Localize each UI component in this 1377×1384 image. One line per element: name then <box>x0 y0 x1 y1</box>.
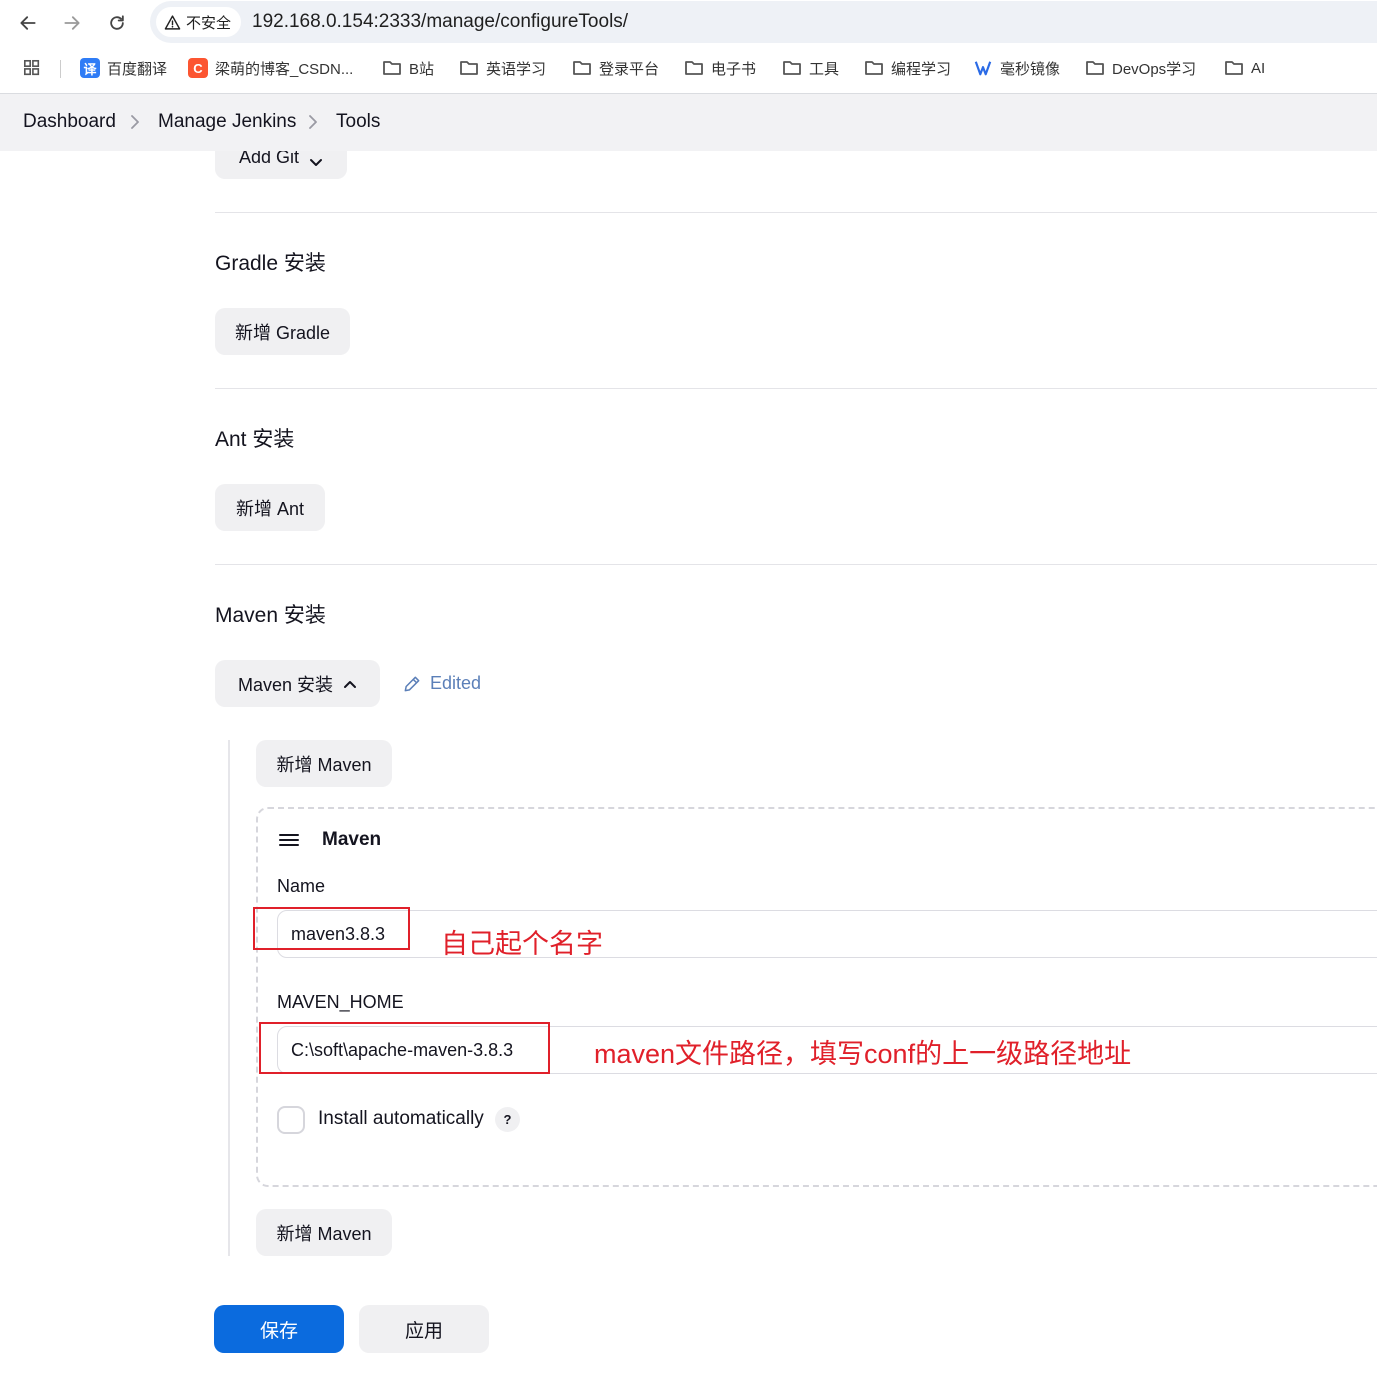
apps-button[interactable] <box>22 57 42 79</box>
folder-icon <box>460 61 478 75</box>
forward-button[interactable] <box>58 9 86 37</box>
bookmark-folder-bilibili[interactable]: B站 <box>382 57 434 79</box>
address-bar[interactable]: 不安全 192.168.0.154:2333/manage/configureT… <box>150 1 1377 43</box>
chevron-down-icon <box>310 159 323 166</box>
folder-icon <box>783 61 801 75</box>
folder-icon <box>1086 61 1104 75</box>
chevron-up-icon <box>344 680 357 688</box>
bookmark-baidu-translate[interactable]: 译 百度翻译 <box>80 57 167 79</box>
bookmark-mirror[interactable]: 毫秒镜像 <box>973 57 1060 79</box>
reload-button[interactable] <box>103 9 131 37</box>
csdn-icon: C <box>188 58 208 78</box>
name-field-label: Name <box>277 876 326 896</box>
arrow-left-icon <box>20 16 36 30</box>
bookmark-label: 电子书 <box>711 60 757 78</box>
bookmark-folder-login[interactable]: 登录平台 <box>572 57 659 79</box>
nesting-line <box>228 740 230 1256</box>
arrow-right-icon <box>64 16 80 30</box>
folder-icon <box>573 61 591 75</box>
breadcrumb-tools[interactable]: Tools <box>336 111 380 133</box>
maven-installation-card <box>256 807 1377 1187</box>
mirror-logo-icon <box>974 61 992 76</box>
breadcrumb-manage-jenkins[interactable]: Manage Jenkins <box>158 111 296 133</box>
maven-installations-toggle[interactable]: Maven 安装 <box>215 660 380 707</box>
bookmark-label: 编程学习 <box>891 60 952 78</box>
maven-home-field-label: MAVEN_HOME <box>277 992 404 1012</box>
annotation-box-home <box>259 1022 550 1074</box>
bookmark-label: 毫秒镜像 <box>1000 60 1061 78</box>
breadcrumb-dashboard[interactable]: Dashboard <box>23 111 116 133</box>
baidu-translate-icon: 译 <box>80 58 100 78</box>
save-button[interactable]: 保存 <box>214 1305 344 1353</box>
add-ant-button[interactable]: 新增 Ant <box>215 484 325 531</box>
bookmarks-bar: 译 百度翻译 C 梁萌的博客_CSDN... B站 英语学习 登录平台 电子书 … <box>0 50 1377 86</box>
apps-grid-icon <box>23 59 40 76</box>
reload-icon <box>110 15 124 30</box>
folder-icon <box>383 61 401 75</box>
annotation-box-name <box>253 907 410 950</box>
apply-button[interactable]: 应用 <box>359 1305 489 1353</box>
folder-icon <box>685 61 703 75</box>
bookmark-folder-tools[interactable]: 工具 <box>782 57 839 79</box>
bookmark-folder-ebooks[interactable]: 电子书 <box>684 57 756 79</box>
add-maven-button-bottom[interactable]: 新增 Maven <box>256 1209 392 1256</box>
section-divider <box>215 212 1377 213</box>
warning-icon <box>164 14 181 30</box>
bookmark-label: 英语学习 <box>486 60 547 78</box>
section-divider <box>215 388 1377 389</box>
maven-card-title: Maven <box>322 829 382 850</box>
security-chip[interactable]: 不安全 <box>156 7 242 37</box>
breadcrumb: Dashboard Manage Jenkins Tools <box>0 94 1377 151</box>
maven-toggle-label: Maven 安装 <box>237 674 334 695</box>
install-automatically-checkbox[interactable] <box>277 1106 305 1134</box>
bookmark-label: 梁萌的博客_CSDN... <box>215 60 354 78</box>
bookmark-label: B站 <box>409 60 435 78</box>
folder-icon <box>1225 61 1243 75</box>
security-label: 不安全 <box>186 14 232 32</box>
add-gradle-button[interactable]: 新增 Gradle <box>215 308 350 355</box>
add-maven-button-top[interactable]: 新增 Maven <box>256 740 392 787</box>
gradle-section-title: Gradle 安装 <box>215 252 326 275</box>
url-text[interactable]: 192.168.0.154:2333/manage/configureTools… <box>252 11 628 33</box>
chevron-right-icon <box>131 115 139 129</box>
chevron-right-icon <box>309 115 317 129</box>
bookmarks-separator <box>60 60 61 78</box>
bookmark-label: AI <box>1251 59 1266 77</box>
bookmark-folder-ai[interactable]: AI <box>1224 57 1265 79</box>
install-automatically-label[interactable]: Install automatically <box>318 1108 484 1130</box>
help-icon[interactable]: ? <box>495 1107 520 1132</box>
bookmark-label: DevOps学习 <box>1112 60 1197 78</box>
bookmark-folder-programming[interactable]: 编程学习 <box>864 57 951 79</box>
browser-chrome: 不安全 192.168.0.154:2333/manage/configureT… <box>0 0 1377 94</box>
bookmark-csdn[interactable]: C 梁萌的博客_CSDN... <box>188 57 353 79</box>
annotation-name-note: 自己起个名字 <box>441 929 603 959</box>
bookmark-label: 工具 <box>809 60 840 78</box>
edited-indicator: Edited <box>402 673 481 694</box>
pencil-icon <box>404 676 420 691</box>
section-divider <box>215 564 1377 565</box>
folder-icon <box>865 61 883 75</box>
bookmark-label: 百度翻译 <box>107 60 168 78</box>
maven-section-title: Maven 安装 <box>215 604 326 627</box>
edited-label: Edited <box>430 673 482 693</box>
bookmark-folder-english[interactable]: 英语学习 <box>459 57 546 79</box>
bookmark-label: 登录平台 <box>599 60 660 78</box>
ant-section-title: Ant 安装 <box>215 428 295 451</box>
drag-handle-icon[interactable] <box>278 832 300 848</box>
annotation-home-note: maven文件路径，填写conf的上一级路径地址 <box>594 1039 1132 1069</box>
back-button[interactable] <box>14 9 42 37</box>
bookmark-folder-devops[interactable]: DevOps学习 <box>1085 57 1196 79</box>
